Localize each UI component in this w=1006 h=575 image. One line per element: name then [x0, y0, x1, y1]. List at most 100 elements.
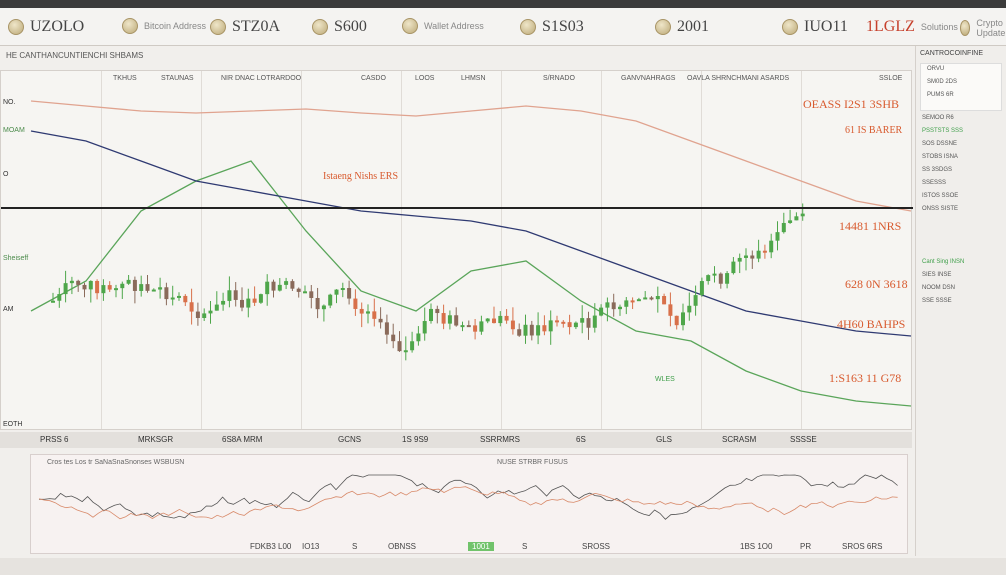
candle-body: [151, 289, 156, 292]
timeframe-label[interactable]: SCRASM: [722, 435, 756, 444]
sidebar-row[interactable]: STOBS ISNA: [916, 152, 1006, 165]
coin-icon: [312, 19, 328, 35]
timeframe-label[interactable]: 1S 9S9: [402, 435, 428, 444]
sidebar-row[interactable]: PUMS 6R: [921, 90, 1001, 103]
ticker-item[interactable]: S1S03: [520, 18, 584, 36]
sidebar-row[interactable]: ORVU: [921, 64, 1001, 77]
timeframe-label[interactable]: MRKSGR: [138, 435, 173, 444]
coin-icon: [210, 19, 226, 35]
ticker-item[interactable]: Wallet Address: [402, 18, 484, 34]
candle-body: [447, 315, 452, 324]
sidebar-row[interactable]: ONSS SISTE: [916, 204, 1006, 217]
chart-annotation: 4H60 BAHPS: [837, 317, 906, 331]
trading-window: UZOLO Bitcoin Address STZ0A S600 Wallet …: [0, 0, 1006, 575]
candle-body: [794, 216, 799, 221]
candle-body: [95, 280, 100, 294]
candle-body: [441, 313, 446, 324]
candle-body: [170, 297, 175, 300]
ticker-item[interactable]: STZ0A: [210, 18, 280, 36]
candle-body: [359, 308, 364, 314]
sidebar-box: ORVU SM0D 2DS PUMS 6R: [920, 63, 1002, 111]
candle-body: [618, 306, 622, 310]
ticker-item[interactable]: 1LGLZ Solutions: [866, 18, 958, 36]
left-axis: NO. MOAM O Sheiseff AM EOTH: [3, 99, 29, 428]
coin-icon: [402, 18, 418, 34]
candle-body: [296, 288, 301, 292]
green-tag: WLES: [655, 376, 675, 383]
ticker-item[interactable]: 2001: [655, 18, 709, 36]
candle-body: [769, 240, 774, 253]
candle-body: [76, 280, 81, 285]
candle-body: [321, 305, 326, 310]
candle-body: [189, 302, 194, 312]
candle-body: [479, 321, 484, 332]
candle-body: [82, 284, 87, 290]
sidebar-row[interactable]: ISTOS SSOE: [916, 191, 1006, 204]
candle-body: [781, 222, 786, 233]
chart-annotation: Istaeng Nishs ERS: [323, 171, 398, 182]
volume-subchart[interactable]: Cros tes Los tr SaNaSnaSnonses WSBUSN NU…: [30, 454, 908, 554]
candle-body: [277, 284, 282, 291]
candle-body: [498, 315, 503, 324]
sidebar-row[interactable]: PSSTSTS SSS: [916, 126, 1006, 139]
candle-body: [139, 284, 144, 291]
candle-body: [334, 289, 339, 295]
main-price-chart[interactable]: TKHUS STAUNAS NIR DNAC LOTRARDOO CASDO L…: [0, 70, 913, 430]
timeframe-label[interactable]: 6S: [576, 435, 586, 444]
sidebar-row[interactable]: SSE SSSE: [916, 296, 1006, 309]
candle-body: [240, 299, 244, 308]
ticker-item[interactable]: Crypto Update: [960, 18, 1006, 38]
ticker-item[interactable]: Bitcoin Address: [122, 18, 206, 34]
candle-body: [630, 300, 635, 303]
trend-line: [30, 160, 912, 407]
sidebar-row[interactable]: Cant Sing INSN: [916, 257, 1006, 270]
candle-body: [378, 318, 383, 323]
candle-body: [195, 311, 200, 319]
horizontal-line[interactable]: [1, 207, 913, 209]
candle-body: [214, 304, 219, 311]
candle-body: [177, 295, 181, 298]
timeframe-label[interactable]: PRSS 6: [40, 435, 68, 444]
candle-body: [529, 324, 534, 336]
candle-body: [246, 298, 251, 308]
timeframe-label[interactable]: GLS: [656, 435, 672, 444]
candle-body: [655, 296, 660, 300]
ticker-item[interactable]: S600: [312, 18, 367, 36]
candle-body: [699, 281, 704, 296]
ticker-item[interactable]: UZOLO: [8, 18, 84, 36]
candle-body: [271, 281, 276, 291]
candle-body: [303, 291, 307, 294]
candle-body: [69, 280, 74, 284]
candle-body: [126, 279, 131, 284]
ticker-item[interactable]: IUO11: [782, 18, 848, 36]
candle-body: [202, 313, 207, 319]
candle-body: [284, 281, 289, 285]
candle-body: [492, 318, 496, 324]
sidebar-row[interactable]: SSESSS: [916, 178, 1006, 191]
right-sidebar: CANTROCOINFINE ORVU SM0D 2DS PUMS 6R SEM…: [915, 46, 1006, 556]
ticker-bar: UZOLO Bitcoin Address STZ0A S600 Wallet …: [0, 8, 1006, 46]
candle-body: [718, 273, 723, 284]
candle-body: [315, 297, 320, 310]
timeframe-label[interactable]: SSRRMRS: [480, 435, 520, 444]
sidebar-row[interactable]: SS 3SDGS: [916, 165, 1006, 178]
candle-body: [744, 255, 748, 258]
timeframe-label[interactable]: SSSSE: [790, 435, 817, 444]
timeframe-label[interactable]: 6S8A MRM: [222, 435, 262, 444]
candle-body: [756, 250, 761, 259]
chart-annotation: 1:S163 11 G78: [829, 371, 902, 385]
sidebar-row[interactable]: SM0D 2DS: [921, 77, 1001, 90]
sidebar-row[interactable]: NOOM DSN: [916, 283, 1006, 296]
coin-icon: [655, 19, 671, 35]
sidebar-row[interactable]: SOS DSSNE: [916, 139, 1006, 152]
subchart-line: [39, 474, 898, 520]
sidebar-row[interactable]: SIES INSE: [916, 270, 1006, 283]
timeframe-label[interactable]: GCNS: [338, 435, 361, 444]
candle-body: [416, 333, 421, 342]
candle-body: [57, 294, 62, 301]
candle-body: [561, 321, 566, 324]
timeframe-bar: PRSS 6 MRKSGR 6S8A MRM GCNS 1S 9S9 SSRRM…: [0, 432, 912, 448]
candle-body: [592, 315, 597, 328]
status-strip: [0, 558, 1006, 575]
sidebar-row[interactable]: SEMOO R6: [916, 113, 1006, 126]
